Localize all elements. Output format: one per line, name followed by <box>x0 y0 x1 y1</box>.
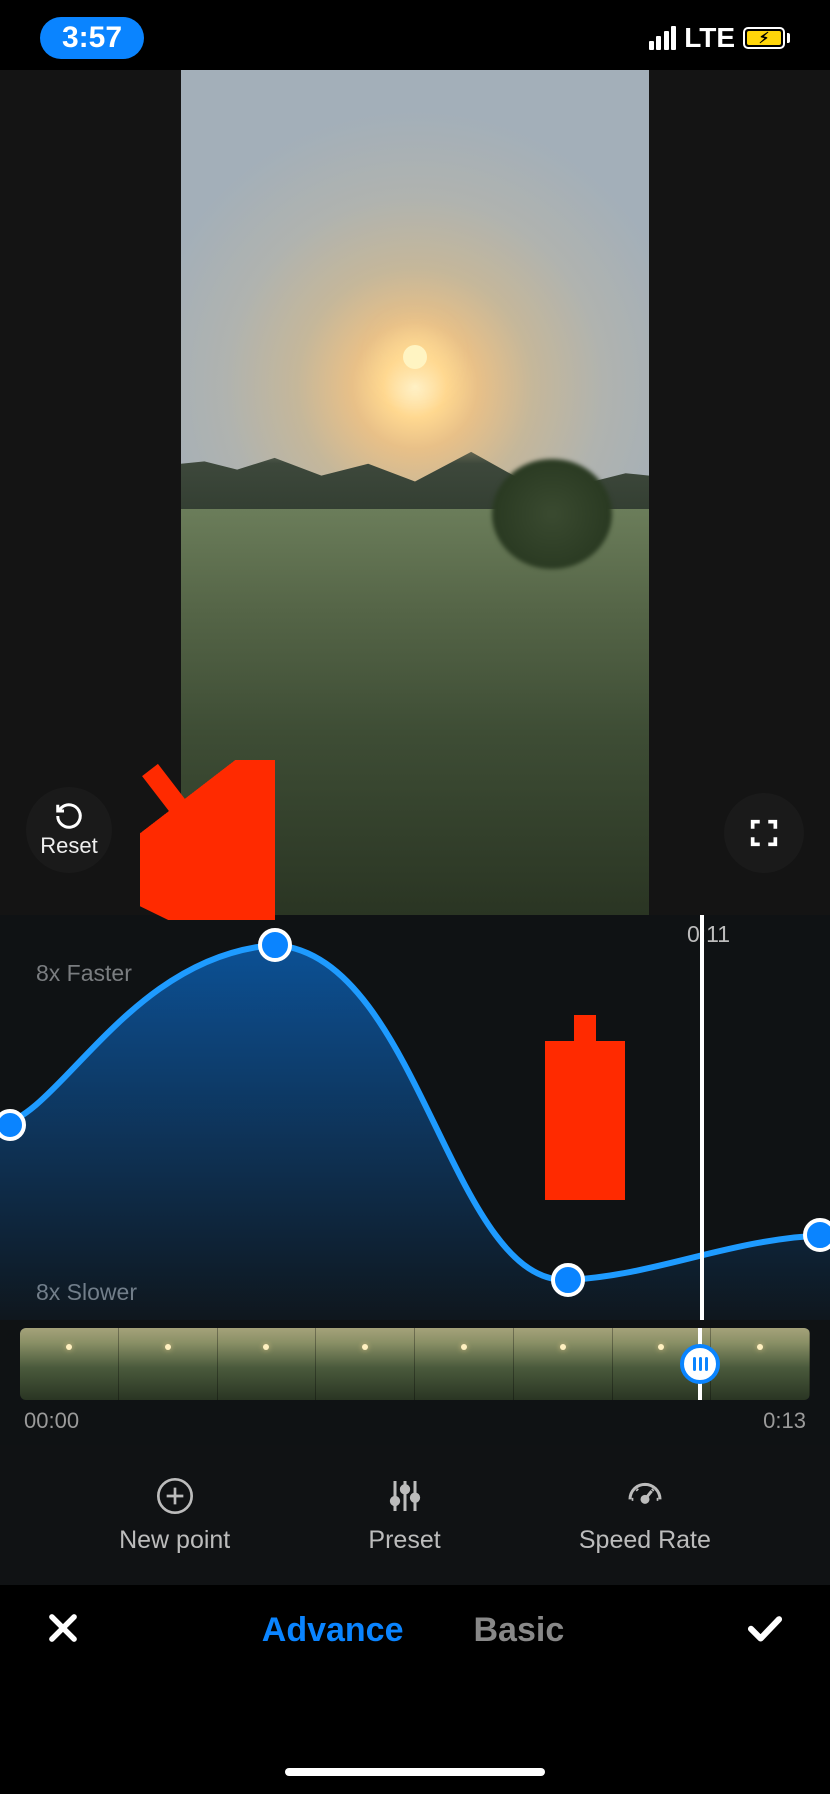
speed-curve[interactable] <box>0 915 830 1320</box>
plus-circle-icon <box>155 1476 195 1516</box>
preset-button[interactable]: Preset <box>368 1476 440 1555</box>
new-point-button[interactable]: New point <box>119 1476 230 1555</box>
confirm-button[interactable] <box>744 1607 786 1654</box>
speed-point-3[interactable] <box>553 1265 583 1295</box>
thumbnail <box>415 1328 514 1400</box>
end-time: 0:13 <box>763 1408 806 1434</box>
thumbnail <box>514 1328 613 1400</box>
battery-charging-icon: ⚡︎ <box>743 27 790 49</box>
status-right: LTE ⚡︎ <box>649 22 790 54</box>
video-frame[interactable] <box>181 70 649 915</box>
time-labels: 00:00 0:13 <box>0 1400 830 1434</box>
tool-row: New point Preset Speed Rate <box>0 1445 830 1585</box>
sliders-icon <box>385 1476 425 1516</box>
cancel-button[interactable] <box>44 1609 82 1652</box>
status-bar: 3:57 LTE ⚡︎ <box>0 0 830 70</box>
fullscreen-icon <box>747 816 781 850</box>
gauge-icon <box>625 1476 665 1516</box>
tool-label: Speed Rate <box>579 1526 711 1555</box>
check-icon <box>744 1607 786 1649</box>
status-time-pill: 3:57 <box>40 17 144 59</box>
speed-curve-editor[interactable]: 8x Faster 8x Slower 0:11 <box>0 915 830 1320</box>
thumbnail <box>218 1328 317 1400</box>
tab-basic[interactable]: Basic <box>474 1611 565 1650</box>
video-preview-area: Reset <box>0 70 830 915</box>
thumbnail <box>316 1328 415 1400</box>
thumbnail <box>20 1328 119 1400</box>
speed-point-1[interactable] <box>0 1111 24 1139</box>
thumbnail-strip[interactable] <box>20 1328 810 1400</box>
fullscreen-button[interactable] <box>724 793 804 873</box>
undo-icon <box>54 801 84 831</box>
mode-bar: Advance Basic <box>0 1585 830 1675</box>
thumbnail <box>711 1328 810 1400</box>
curve-playhead[interactable] <box>700 915 704 1320</box>
timeline[interactable]: 00:00 0:13 <box>0 1320 830 1445</box>
network-type: LTE <box>684 22 735 54</box>
thumbnail <box>119 1328 218 1400</box>
speed-rate-button[interactable]: Speed Rate <box>579 1476 711 1555</box>
tool-label: New point <box>119 1526 230 1555</box>
timeline-playhead-handle[interactable] <box>680 1344 720 1384</box>
speed-point-2[interactable] <box>260 930 290 960</box>
tool-label: Preset <box>368 1526 440 1555</box>
close-icon <box>44 1609 82 1647</box>
tab-advance[interactable]: Advance <box>262 1611 404 1650</box>
start-time: 00:00 <box>24 1408 79 1434</box>
reset-label: Reset <box>40 833 97 859</box>
speed-point-4[interactable] <box>805 1220 830 1250</box>
cellular-signal-icon <box>649 26 677 50</box>
home-indicator[interactable] <box>285 1768 545 1776</box>
reset-button[interactable]: Reset <box>26 787 112 873</box>
